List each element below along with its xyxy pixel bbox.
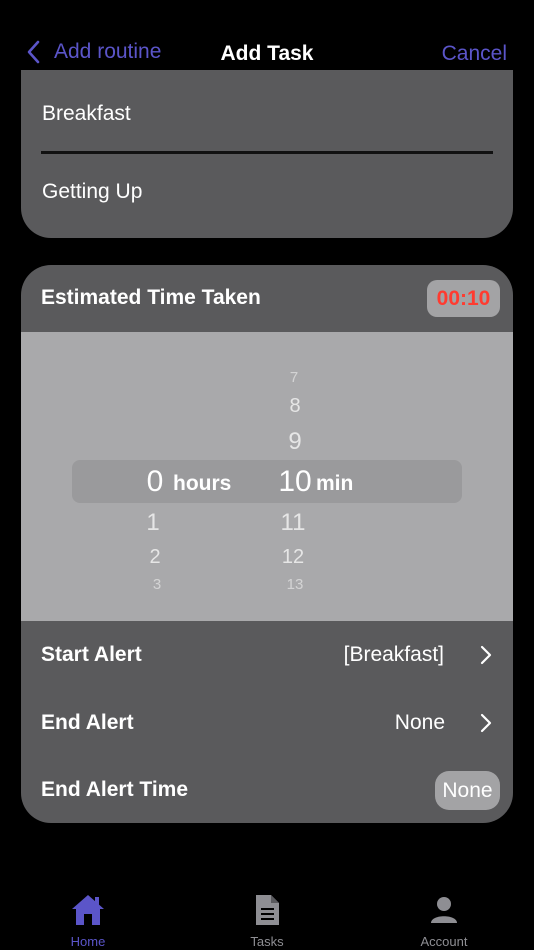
end-alert-label: End Alert (41, 711, 134, 734)
hours-option[interactable]: 2 (135, 546, 175, 569)
routine-name-field[interactable]: Getting Up (42, 180, 142, 204)
minutes-option[interactable]: 7 (274, 369, 314, 386)
document-icon (256, 895, 279, 925)
tab-home[interactable]: Home (38, 885, 138, 950)
end-alert-time-button[interactable]: None (435, 771, 500, 810)
end-alert-time-label: End Alert Time (41, 778, 189, 801)
tab-home-label: Home (70, 934, 106, 949)
minutes-option[interactable]: 11 (268, 509, 318, 537)
hours-option[interactable]: 1 (133, 509, 173, 537)
hours-selected-value[interactable]: 0 (135, 465, 175, 499)
start-alert-label: Start Alert (41, 643, 142, 666)
task-name-underline (41, 151, 493, 154)
cancel-button[interactable]: Cancel (442, 42, 507, 66)
tab-account[interactable]: Account (394, 885, 494, 950)
tab-tasks-label: Tasks (250, 934, 284, 949)
tab-tasks[interactable]: Tasks (217, 885, 317, 950)
end-alert-value: None (394, 711, 445, 734)
hours-option[interactable]: 3 (137, 576, 177, 593)
minutes-option[interactable]: 9 (275, 428, 315, 456)
task-name-field[interactable]: Breakfast (42, 102, 131, 126)
duration-picker[interactable]: 0 1 2 3 hours 7 8 9 10 11 12 13 min (21, 332, 513, 621)
chevron-right-icon (480, 713, 492, 733)
minutes-option[interactable]: 12 (268, 546, 318, 569)
chevron-right-icon (480, 645, 492, 665)
house-icon (72, 895, 104, 925)
start-alert-value: [Breakfast] (343, 643, 444, 666)
picker-selection-highlight (72, 460, 462, 503)
person-icon (431, 897, 457, 923)
estimated-time-badge[interactable]: 00:10 (427, 280, 500, 317)
minutes-option[interactable]: 8 (275, 395, 315, 418)
task-name-card: Breakfast Getting Up (21, 70, 513, 238)
minutes-option[interactable]: 13 (270, 576, 320, 593)
estimated-time-label: Estimated Time Taken (41, 286, 261, 309)
tab-bar: Home Tasks Account (0, 885, 534, 950)
hours-unit-label: hours (173, 472, 232, 495)
minutes-unit-label: min (316, 472, 354, 495)
minutes-selected-value[interactable]: 10 (270, 465, 320, 499)
tab-account-label: Account (420, 934, 468, 949)
